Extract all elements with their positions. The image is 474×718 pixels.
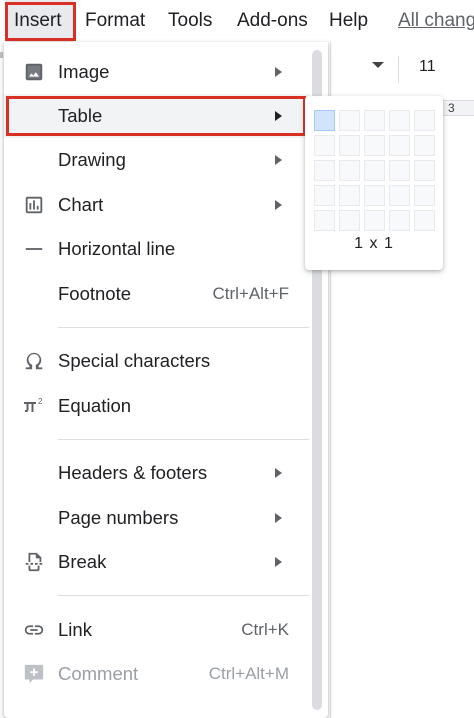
menu-item-table[interactable]: Table	[4, 94, 309, 138]
menu-item-label: Equation	[58, 395, 132, 416]
ruler-edge-mark	[0, 52, 3, 58]
insert-menu: Image Table Drawing Chart Horizontal lin…	[4, 42, 328, 718]
table-grid-cell[interactable]	[314, 185, 335, 206]
menu-item-label: Special characters	[58, 350, 211, 371]
table-grid-cell[interactable]	[414, 110, 435, 131]
menu-item-image[interactable]: Image	[4, 50, 309, 94]
menu-item-label: Drawing	[58, 149, 126, 170]
menu-item-special-characters[interactable]: Special characters	[4, 339, 309, 383]
menu-insert[interactable]: Insert	[6, 0, 74, 42]
shortcut-text: Ctrl+Alt+F	[212, 284, 289, 303]
ruler-number: 3	[448, 101, 455, 115]
ruler	[440, 100, 474, 116]
menu-bar: Insert Format Tools Add-ons Help All cha…	[0, 0, 474, 42]
menu-divider	[58, 439, 309, 440]
submenu-arrow-icon	[275, 155, 282, 165]
menu-item-link[interactable]: Link Ctrl+K	[4, 608, 309, 652]
all-changes-saved-link[interactable]: All chang	[398, 0, 474, 42]
submenu-arrow-icon	[275, 200, 282, 210]
table-grid-cell[interactable]	[314, 160, 335, 181]
menu-item-headers-footers[interactable]: Headers & footers	[4, 451, 309, 495]
table-grid-cell[interactable]	[314, 210, 335, 231]
shortcut-text: Ctrl+Alt+M	[208, 664, 289, 683]
table-grid-cell[interactable]	[339, 210, 360, 231]
menu-item-equation[interactable]: 2 Equation	[4, 384, 309, 428]
menu-tools[interactable]: Tools	[168, 0, 212, 42]
menu-item-chart[interactable]: Chart	[4, 183, 309, 227]
menu-item-label: Image	[58, 61, 110, 82]
menu-item-label: Page numbers	[58, 507, 179, 528]
table-grid-cell[interactable]	[389, 110, 410, 131]
table-grid-cell[interactable]	[364, 185, 385, 206]
menu-item-label: Link	[58, 619, 92, 640]
menu-item-label: Table	[58, 105, 103, 126]
font-dropdown-arrow-icon[interactable]	[372, 62, 384, 68]
table-size-label: 1 x 1	[354, 235, 394, 252]
link-icon	[22, 618, 46, 642]
horizontal-line-icon	[22, 237, 46, 261]
pi-squared-icon: 2	[22, 394, 46, 418]
table-grid-cell[interactable]	[339, 110, 360, 131]
menu-item-label: Headers & footers	[58, 462, 208, 483]
table-grid-cell[interactable]	[414, 185, 435, 206]
font-size-field[interactable]: 11	[419, 58, 436, 76]
submenu-arrow-icon	[275, 513, 282, 523]
menu-help[interactable]: Help	[329, 0, 368, 42]
table-grid-cell[interactable]	[339, 135, 360, 156]
add-comment-icon	[22, 662, 46, 686]
table-grid-cell[interactable]	[364, 110, 385, 131]
menu-item-comment: Comment Ctrl+Alt+M	[4, 652, 309, 696]
table-grid-cell[interactable]	[339, 160, 360, 181]
menu-divider	[58, 595, 309, 596]
menu-item-label: Horizontal line	[58, 238, 176, 259]
table-grid-cell[interactable]	[314, 110, 335, 131]
menu-item-label: Chart	[58, 194, 104, 215]
submenu-arrow-icon	[275, 67, 282, 77]
chart-icon	[22, 193, 46, 217]
menu-item-label: Break	[58, 551, 107, 572]
table-grid-cell[interactable]	[314, 135, 335, 156]
table-grid-cell[interactable]	[414, 210, 435, 231]
menu-item-break[interactable]: Break	[4, 540, 309, 584]
toolbar-separator	[398, 57, 399, 83]
table-grid-cell[interactable]	[364, 135, 385, 156]
menu-format[interactable]: Format	[85, 0, 145, 42]
image-icon	[22, 60, 46, 84]
menu-item-label: Footnote	[58, 283, 132, 304]
submenu-arrow-icon	[275, 111, 282, 121]
menu-add-ons[interactable]: Add-ons	[237, 0, 308, 42]
table-grid-cell[interactable]	[389, 135, 410, 156]
shortcut-text: Ctrl+K	[241, 620, 289, 639]
table-grid-cell[interactable]	[364, 160, 385, 181]
menu-item-label: Comment	[58, 663, 139, 684]
menu-item-drawing[interactable]: Drawing	[4, 138, 309, 182]
table-grid-cell[interactable]	[389, 210, 410, 231]
table-grid-cell[interactable]	[389, 185, 410, 206]
page-break-icon	[22, 550, 46, 574]
submenu-arrow-icon	[275, 557, 282, 567]
menu-divider	[58, 327, 309, 328]
menu-item-horizontal-line[interactable]: Horizontal line	[4, 227, 309, 271]
omega-icon	[22, 349, 46, 373]
table-grid-cell[interactable]	[414, 160, 435, 181]
menu-item-page-numbers[interactable]: Page numbers	[4, 496, 309, 540]
menu-item-footnote[interactable]: Footnote Ctrl+Alt+F	[4, 272, 309, 316]
svg-text:2: 2	[38, 397, 43, 406]
table-grid-cell[interactable]	[339, 185, 360, 206]
table-grid-cell[interactable]	[414, 135, 435, 156]
table-grid-cell[interactable]	[389, 160, 410, 181]
table-grid-cell[interactable]	[364, 210, 385, 231]
submenu-arrow-icon	[275, 468, 282, 478]
table-size-submenu: 1 x 1	[305, 96, 443, 270]
